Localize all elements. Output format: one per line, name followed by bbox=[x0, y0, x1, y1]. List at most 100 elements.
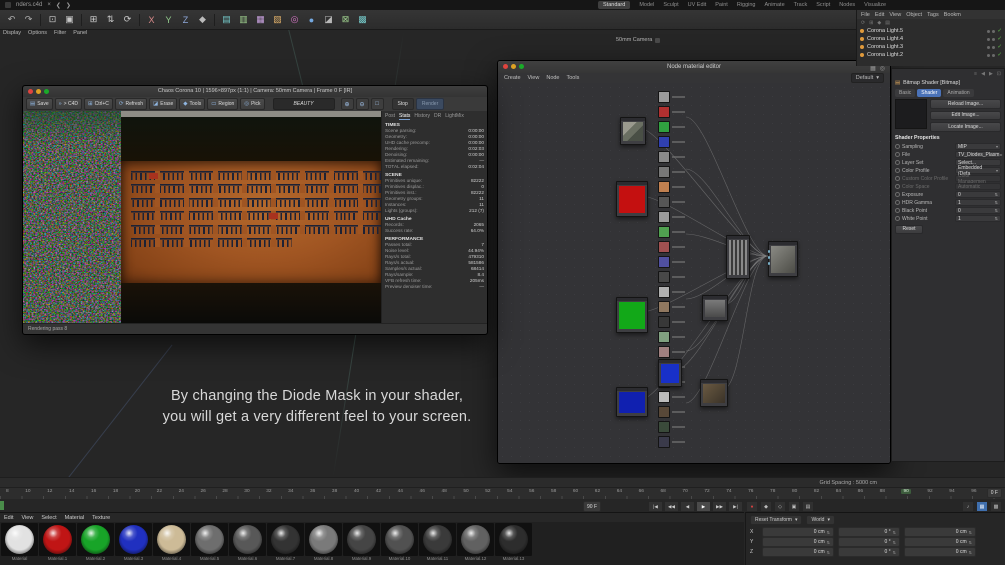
rectangle-selection-icon[interactable]: ▣ bbox=[62, 12, 77, 27]
vfb-tab-dr[interactable]: DR bbox=[434, 113, 441, 120]
reload-image-button[interactable]: Reload Image... bbox=[930, 99, 1001, 109]
attribute-tool-icon[interactable]: ⊡ bbox=[997, 71, 1001, 78]
hud-icon[interactable]: ▦ bbox=[976, 501, 988, 512]
node-list-item[interactable] bbox=[658, 211, 685, 223]
timeline-range-handle[interactable] bbox=[0, 501, 4, 510]
c4d-button[interactable]: » > C4D bbox=[54, 98, 82, 110]
z-axis-lock-icon[interactable]: Z bbox=[178, 12, 193, 27]
enabled-check-icon[interactable]: ✓ bbox=[997, 52, 1002, 58]
current-frame-field[interactable]: 90 F bbox=[583, 501, 602, 512]
keyframe-icon[interactable]: ◆ bbox=[760, 501, 772, 512]
animation-dot-icon[interactable] bbox=[895, 184, 900, 189]
minimize-window-icon[interactable] bbox=[36, 89, 41, 94]
shader-tab-shader[interactable]: Shader bbox=[917, 89, 942, 97]
node-list-item[interactable] bbox=[658, 331, 685, 343]
node-blue[interactable] bbox=[616, 387, 648, 417]
property-value[interactable]: 1 ⇅ bbox=[955, 199, 1001, 206]
node-list-item[interactable] bbox=[658, 151, 685, 163]
material-material-7[interactable]: Material.7 bbox=[267, 523, 304, 562]
node-list-item[interactable] bbox=[658, 421, 685, 433]
viewport-menu-options[interactable]: Options bbox=[28, 30, 47, 36]
object-row-corona-light-4[interactable]: Corona Light.4 ✓ bbox=[857, 35, 1005, 43]
render-button[interactable]: Render bbox=[415, 98, 445, 110]
om-menu-bookm[interactable]: Bookm bbox=[944, 12, 961, 18]
close-window-icon[interactable] bbox=[503, 64, 508, 69]
transport-[interactable]: ▶ bbox=[696, 501, 711, 512]
transport-[interactable]: ▶| bbox=[728, 501, 743, 512]
workspace-tab-paint[interactable]: Paint bbox=[715, 2, 728, 8]
spinner-icon[interactable]: ⇅ bbox=[995, 192, 998, 197]
node-list-item[interactable] bbox=[658, 346, 685, 358]
hud-icon[interactable]: ▩ bbox=[990, 501, 1002, 512]
node-photo[interactable] bbox=[620, 117, 646, 145]
object-row-corona-light-2[interactable]: Corona Light.2 ✓ bbox=[857, 51, 1005, 59]
spinner-icon[interactable]: ⇅ bbox=[827, 530, 830, 535]
material-menu-view[interactable]: View bbox=[21, 515, 33, 521]
workspace-tab-animate[interactable]: Animate bbox=[764, 2, 784, 8]
om-menu-file[interactable]: File bbox=[861, 12, 870, 18]
node-port[interactable] bbox=[767, 256, 770, 259]
node-list-item[interactable] bbox=[658, 271, 685, 283]
keyframe-icon[interactable]: ▤ bbox=[802, 501, 814, 512]
edit-image-button[interactable]: Edit Image... bbox=[930, 110, 1001, 120]
viewport-menu-filter[interactable]: Filter bbox=[54, 30, 66, 36]
property-value[interactable]: MIP ▾ bbox=[955, 143, 1001, 150]
visibility-dot-icon[interactable] bbox=[992, 37, 996, 41]
spinner-icon[interactable]: ⇅ bbox=[827, 550, 830, 555]
save-button[interactable]: ▤ Save bbox=[26, 98, 53, 110]
zoom-window-icon[interactable] bbox=[44, 89, 49, 94]
spinner-icon[interactable]: ⇅ bbox=[995, 200, 998, 205]
node-list-item[interactable] bbox=[658, 391, 685, 403]
rotation-input[interactable]: 0 ° ⇅ bbox=[838, 527, 900, 537]
om-menu-edit[interactable]: Edit bbox=[875, 12, 884, 18]
material-material-11[interactable]: Material.11 bbox=[419, 523, 456, 562]
object-row-corona-light-3[interactable]: Corona Light.3 ✓ bbox=[857, 43, 1005, 51]
workspace-tab-standard[interactable]: Standard bbox=[598, 1, 631, 9]
zoom-icon[interactable]: □ bbox=[370, 98, 384, 110]
rotation-input[interactable]: 0 ° ⇅ bbox=[838, 537, 900, 547]
workspace-tab-rigging[interactable]: Rigging bbox=[737, 2, 756, 8]
node-list-item[interactable] bbox=[658, 136, 685, 148]
visibility-dot-icon[interactable] bbox=[992, 45, 996, 49]
node-port[interactable] bbox=[767, 262, 770, 265]
world-dropdown[interactable]: World ▾ bbox=[806, 515, 835, 525]
animation-dot-icon[interactable] bbox=[895, 176, 900, 181]
node-menu-tools[interactable]: Tools bbox=[567, 75, 580, 81]
attribute-tool-icon[interactable]: ≡ bbox=[974, 71, 977, 78]
node-list-item[interactable] bbox=[658, 256, 685, 268]
material-menu-select[interactable]: Select bbox=[41, 515, 56, 521]
animation-dot-icon[interactable] bbox=[895, 168, 900, 173]
visibility-dot-icon[interactable] bbox=[992, 53, 996, 57]
material-material-2[interactable]: Material.2 bbox=[77, 523, 114, 562]
spinner-icon[interactable]: ⇅ bbox=[893, 540, 896, 545]
deformers-icon[interactable]: ▧ bbox=[270, 12, 285, 27]
rotate-tool-icon[interactable]: ⟳ bbox=[120, 12, 135, 27]
enabled-check-icon[interactable]: ✓ bbox=[997, 28, 1002, 34]
node-list-item[interactable] bbox=[658, 196, 685, 208]
om-menu-view[interactable]: View bbox=[889, 12, 901, 18]
material-material-4[interactable]: Material.4 bbox=[153, 523, 190, 562]
node-list-item[interactable] bbox=[658, 226, 685, 238]
material-material-12[interactable]: Material.12 bbox=[457, 523, 494, 562]
node-gray[interactable] bbox=[702, 295, 728, 321]
vfb-titlebar[interactable]: Chaos Corona 10 | 1596×897px (1:1) | Cam… bbox=[23, 86, 487, 97]
node-list-item[interactable] bbox=[658, 436, 685, 448]
material-menu-material[interactable]: Material bbox=[65, 515, 85, 521]
om-menu-object[interactable]: Object bbox=[906, 12, 922, 18]
sound-icon[interactable]: ♪ bbox=[962, 501, 974, 512]
animation-dot-icon[interactable] bbox=[895, 192, 900, 197]
node-menu-create[interactable]: Create bbox=[504, 75, 521, 81]
camera-icon[interactable]: ● bbox=[304, 12, 319, 27]
erase-button[interactable]: ◪ Erase bbox=[149, 98, 178, 110]
zoom-window-icon[interactable] bbox=[519, 64, 524, 69]
timeline-ruler[interactable]: 8 10 12 14 16 18 20 22 24 26 28 30 32 34 36 38 40 42 44 46 4… bbox=[0, 487, 1005, 499]
pick-button[interactable]: ◎ Pick bbox=[240, 98, 265, 110]
node-menu-view[interactable]: View bbox=[528, 75, 540, 81]
visibility-dot-icon[interactable] bbox=[987, 29, 991, 33]
enabled-check-icon[interactable]: ✓ bbox=[997, 36, 1002, 42]
undo-icon[interactable]: ↶ bbox=[4, 12, 19, 27]
property-value[interactable]: 0 ⇅ bbox=[955, 191, 1001, 198]
material-material-13[interactable]: Material.13 bbox=[495, 523, 532, 562]
light-icon[interactable]: ◪ bbox=[321, 12, 336, 27]
material-material-10[interactable]: Material.10 bbox=[381, 523, 418, 562]
